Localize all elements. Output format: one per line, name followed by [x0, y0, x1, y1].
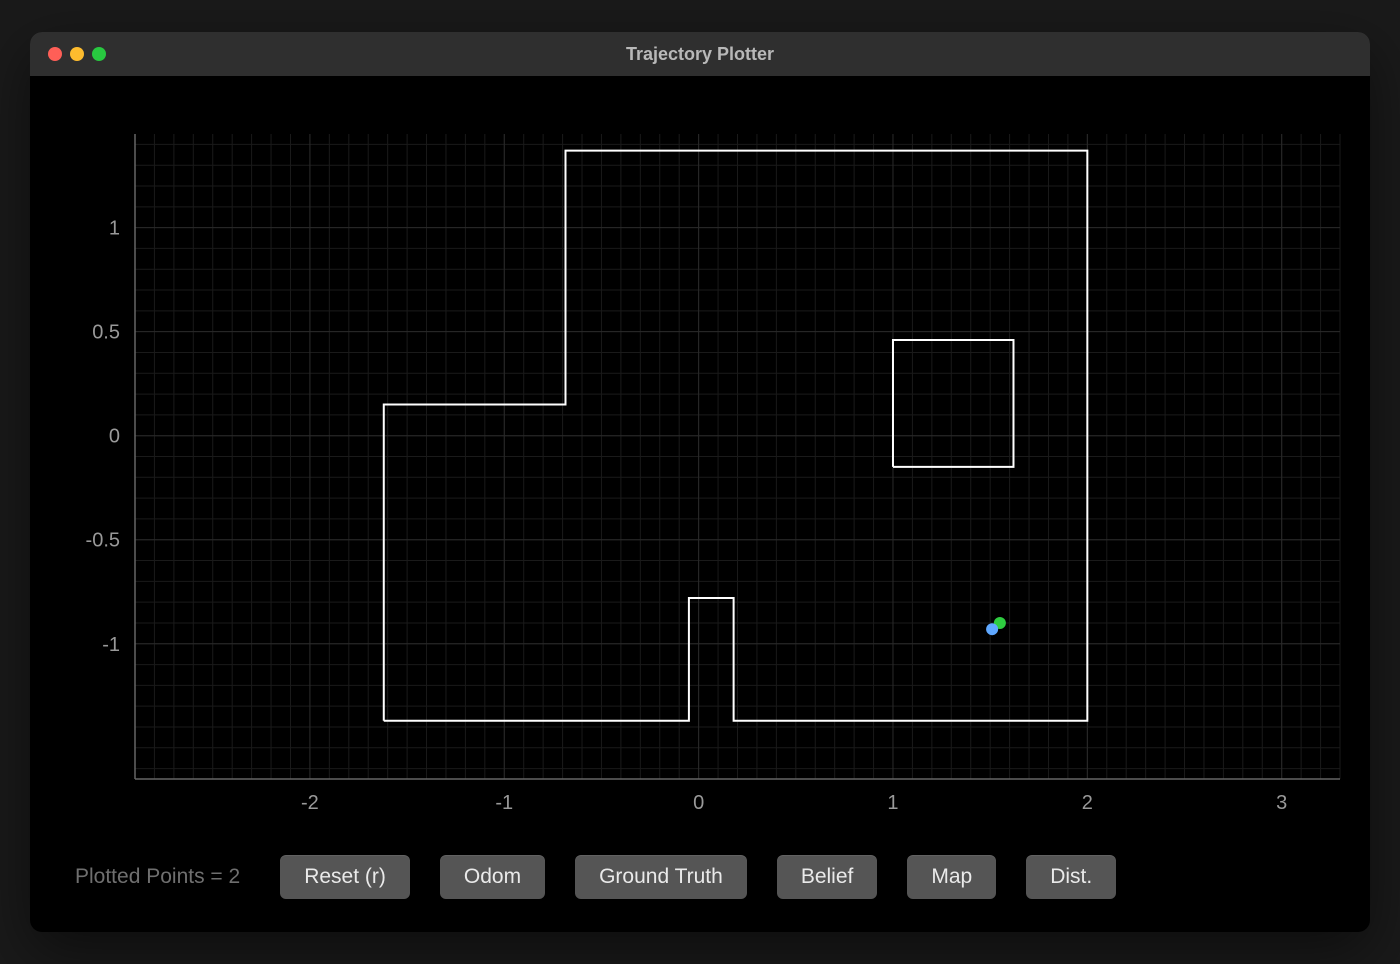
svg-text:-1: -1 — [102, 634, 120, 656]
svg-text:0: 0 — [109, 426, 120, 448]
traffic-lights — [30, 47, 106, 61]
window-title: Trajectory Plotter — [30, 44, 1370, 65]
status-label: Plotted Points = — [75, 865, 229, 888]
status-count: 2 — [229, 865, 241, 888]
svg-text:-1: -1 — [495, 792, 513, 814]
fullscreen-icon[interactable] — [92, 47, 106, 61]
close-icon[interactable] — [48, 47, 62, 61]
dist-button[interactable]: Dist. — [1026, 855, 1116, 899]
status-text: Plotted Points = 2 — [75, 865, 240, 889]
svg-text:1: 1 — [887, 792, 898, 814]
odom-button[interactable]: Odom — [440, 855, 545, 899]
svg-text:1: 1 — [109, 218, 120, 240]
reset-button[interactable]: Reset (r) — [280, 855, 410, 899]
titlebar[interactable]: Trajectory Plotter — [30, 32, 1370, 76]
belief-button[interactable]: Belief — [777, 855, 878, 899]
svg-text:-2: -2 — [301, 792, 319, 814]
minimize-icon[interactable] — [70, 47, 84, 61]
svg-text:3: 3 — [1276, 792, 1287, 814]
svg-text:0.5: 0.5 — [92, 322, 120, 344]
svg-text:0: 0 — [693, 792, 704, 814]
app-window: Trajectory Plotter -2 -1 0 1 2 3 -1 -0.5 0 0.5 1 P… — [30, 32, 1370, 932]
trajectory-plot[interactable]: -2 -1 0 1 2 3 -1 -0.5 0 0.5 1 — [30, 76, 1370, 842]
content: -2 -1 0 1 2 3 -1 -0.5 0 0.5 1 Plotted Points = 2 R… — [30, 76, 1370, 932]
svg-text:-0.5: -0.5 — [86, 530, 120, 552]
bottom-bar: Plotted Points = 2 Reset (r) Odom Ground… — [30, 842, 1370, 932]
map-button[interactable]: Map — [907, 855, 996, 899]
plot-area[interactable]: -2 -1 0 1 2 3 -1 -0.5 0 0.5 1 — [30, 76, 1370, 842]
svg-text:2: 2 — [1082, 792, 1093, 814]
ground-truth-button[interactable]: Ground Truth — [575, 855, 747, 899]
